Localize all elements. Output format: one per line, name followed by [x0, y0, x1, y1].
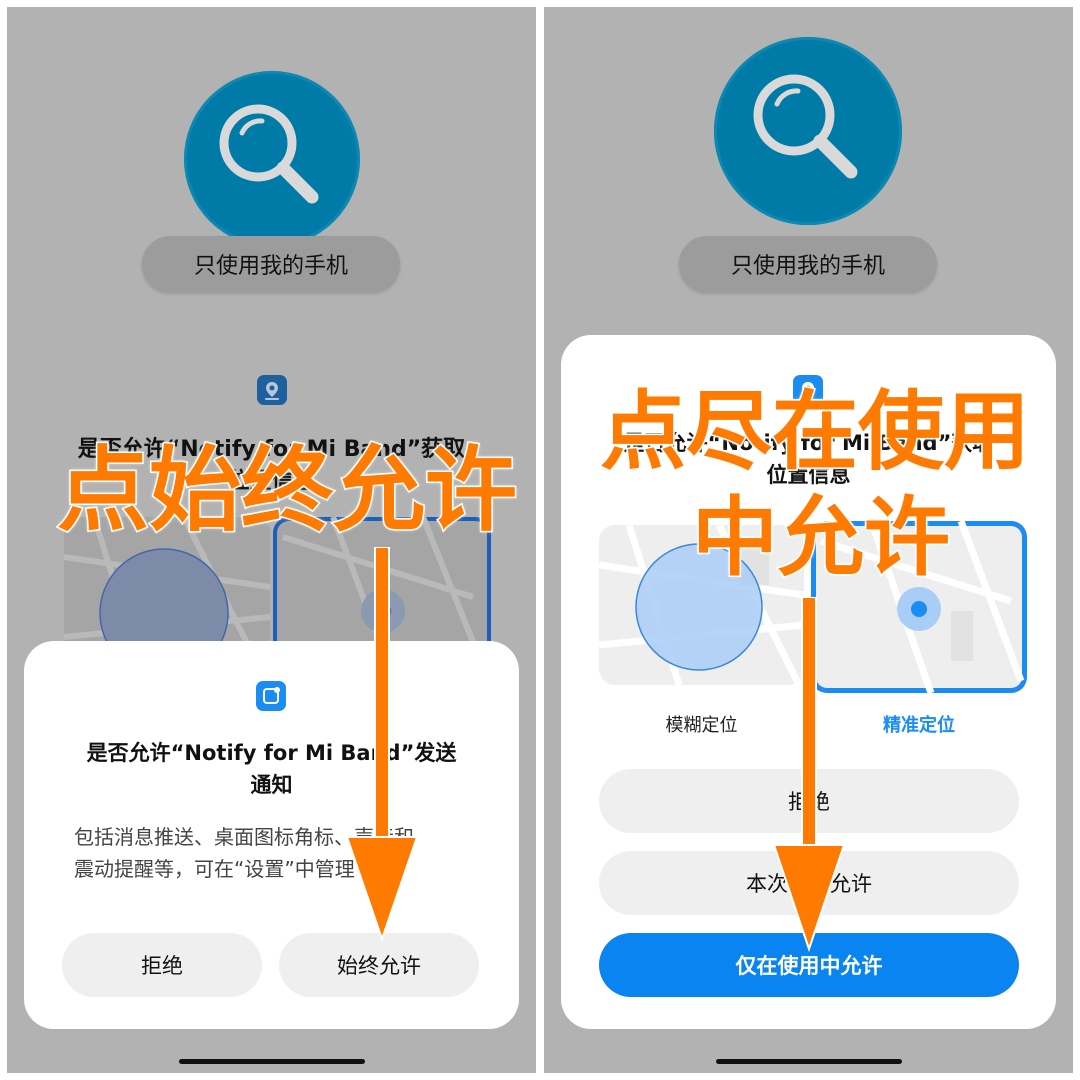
home-indicator — [716, 1059, 902, 1064]
overlay-instruction-line1: 点尽在使用 — [599, 382, 1032, 482]
overlay-instruction-line2: 中允许 — [691, 488, 952, 588]
right-phone-screen: 只使用我的手机 是否允许“Notify for Mi Band”获取 位置信息 — [544, 7, 1073, 1073]
left-phone-screen: 只使用我的手机 是否允许“Notify for Mi Band”获取 位置信息 — [7, 7, 536, 1073]
overlay-instruction-text: 点始终允许 — [55, 437, 518, 544]
search-icon — [714, 37, 902, 225]
search-icon — [184, 71, 360, 247]
notification-dialog-description: 包括消息推送、桌面图标角标、声音和 震动提醒等，可在“设置”中管理 — [74, 825, 414, 881]
home-indicator — [179, 1059, 365, 1064]
only-use-phone-button[interactable]: 只使用我的手机 — [679, 236, 937, 292]
only-use-phone-button[interactable]: 只使用我的手机 — [142, 236, 400, 292]
arrow-down-icon — [345, 547, 419, 943]
location-permission-icon — [257, 375, 287, 405]
notification-dialog-title: 是否允许“Notify for Mi Band”发送 通知 — [86, 741, 457, 797]
notification-permission-icon — [256, 681, 286, 711]
arrow-down-icon — [772, 597, 846, 953]
deny-button[interactable]: 拒绝 — [62, 933, 262, 997]
notification-permission-sheet: 是否允许“Notify for Mi Band”发送 通知 包括消息推送、桌面图… — [24, 641, 519, 1029]
